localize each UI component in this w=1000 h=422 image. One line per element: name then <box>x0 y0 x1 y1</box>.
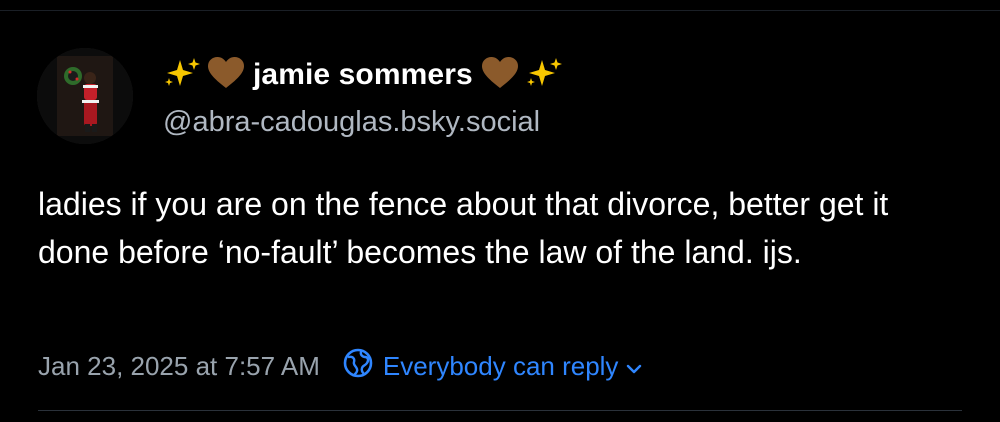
post-meta: Jan 23, 2025 at 7:57 AM Everybody can re… <box>38 348 642 384</box>
post-timestamp[interactable]: Jan 23, 2025 at 7:57 AM <box>38 351 320 382</box>
reply-setting-button[interactable]: Everybody can reply <box>342 347 643 386</box>
sparkles-icon <box>163 56 201 95</box>
author-name-row[interactable]: jamie sommers <box>163 50 563 100</box>
top-divider <box>0 10 1000 11</box>
sparkles-icon <box>525 56 563 95</box>
author-display-name[interactable]: jamie sommers <box>253 58 473 92</box>
globe-icon <box>342 347 374 386</box>
chevron-down-icon <box>626 351 642 382</box>
author-handle[interactable]: @abra-cadouglas.bsky.social <box>163 106 540 139</box>
bottom-divider <box>38 410 962 411</box>
avatar[interactable] <box>37 48 133 144</box>
brown-heart-icon <box>481 56 519 95</box>
brown-heart-icon <box>207 56 245 95</box>
reply-setting-label: Everybody can reply <box>382 350 619 381</box>
post-text: ladies if you are on the fence about tha… <box>38 186 889 270</box>
